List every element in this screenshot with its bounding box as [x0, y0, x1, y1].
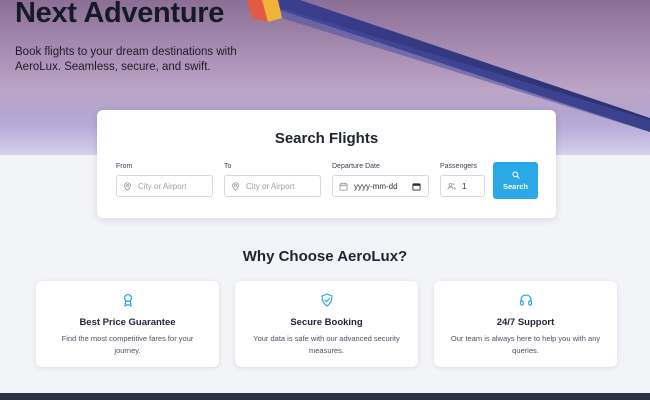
search-button[interactable]: Search: [493, 162, 538, 199]
feature-title: Best Price Guarantee: [79, 317, 176, 328]
date-picker-icon[interactable]: [412, 182, 421, 191]
departure-date-placeholder: yyyy-mm-dd: [354, 181, 398, 191]
calendar-icon: [339, 182, 348, 191]
headphones-icon: [519, 294, 532, 306]
feature-card-secure-booking: Secure Booking Your data is safe with ou…: [235, 281, 418, 367]
map-pin-icon: [124, 181, 131, 191]
departure-date-label: Departure Date: [332, 163, 380, 170]
feature-description: Your data is safe with our advanced secu…: [253, 334, 400, 355]
feature-description: Find the most competitive fares for your…: [61, 334, 194, 355]
passengers-value: 1: [462, 181, 467, 191]
feature-title: Secure Booking: [290, 317, 363, 328]
footer-strip: [0, 393, 650, 400]
search-title: Search Flights: [274, 130, 379, 147]
hero-title: Next Adventure: [15, 0, 225, 29]
users-icon: [447, 182, 456, 190]
award-icon: [123, 293, 132, 307]
to-placeholder: City or Airport: [246, 181, 295, 191]
search-button-label: Search: [502, 181, 529, 191]
why-choose-title: Why Choose AeroLux?: [242, 248, 408, 265]
departure-date-input[interactable]: yyyy-mm-dd: [332, 175, 429, 197]
to-label: To: [224, 163, 232, 170]
to-input[interactable]: City or Airport: [224, 175, 321, 197]
passengers-label: Passengers: [440, 163, 477, 170]
feature-card-best-price: Best Price Guarantee Find the most compe…: [36, 281, 219, 367]
search-icon: [511, 170, 520, 179]
passengers-input[interactable]: 1: [440, 175, 485, 197]
from-placeholder: City or Airport: [138, 181, 187, 191]
from-label: From: [116, 163, 133, 170]
feature-card-support: 24/7 Support Our team is always here to …: [434, 281, 617, 367]
shield-check-icon: [320, 293, 333, 307]
hero-subtitle: Book flights to your dream destinations …: [15, 46, 237, 73]
feature-description: Our team is always here to help you with…: [450, 334, 601, 355]
map-pin-icon: [232, 181, 239, 191]
from-input[interactable]: City or Airport: [116, 175, 213, 197]
feature-title: 24/7 Support: [496, 317, 555, 328]
search-flights-card: Search Flights From City or Airport To C…: [97, 110, 556, 218]
